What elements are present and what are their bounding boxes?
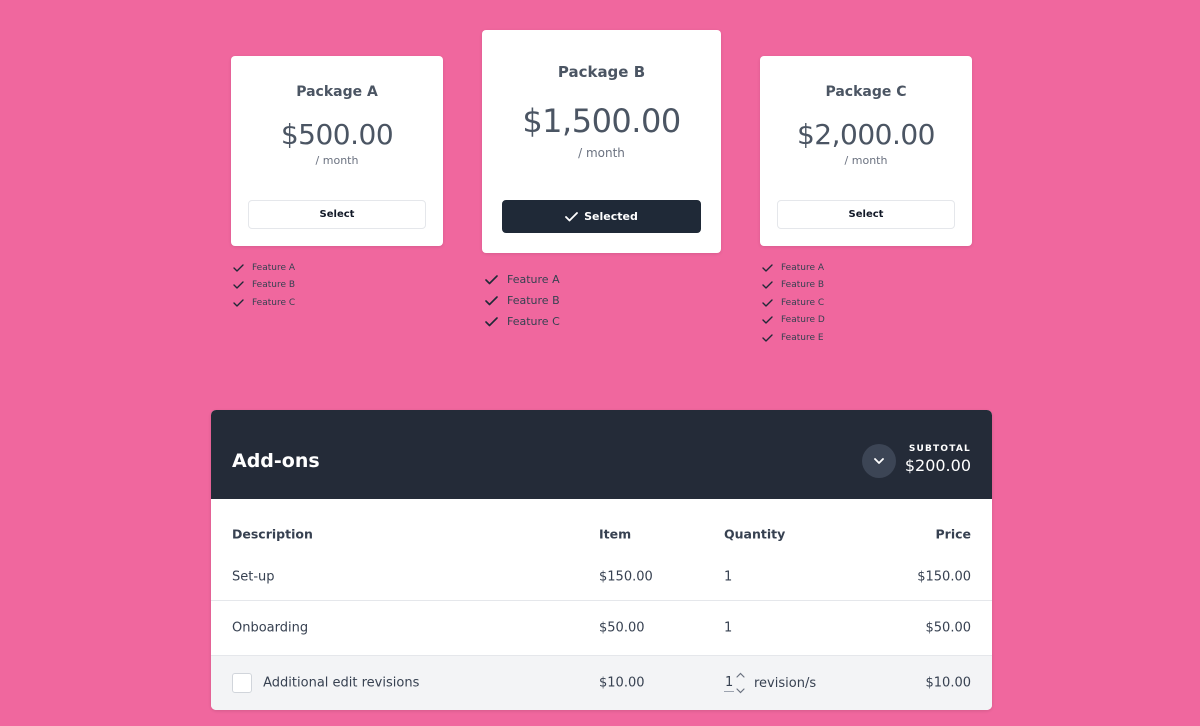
chevron-down-icon[interactable] xyxy=(735,688,745,694)
select-package-c-button[interactable]: Select xyxy=(777,200,955,229)
feature-item: Feature C xyxy=(485,311,560,332)
row-quantity: 1 xyxy=(724,569,733,584)
button-label: Select xyxy=(319,209,355,220)
subtotal-value: $200.00 xyxy=(904,456,971,475)
feature-item: Feature C xyxy=(233,294,295,312)
column-header-quantity: Quantity xyxy=(724,526,786,542)
row-description-cell: Additional edit revisions xyxy=(232,673,419,693)
package-c-feature-list: Feature A Feature B Feature C Feature D … xyxy=(762,259,825,347)
table-header-row: Description Item Quantity Price xyxy=(211,522,992,544)
feature-item: Feature D xyxy=(762,312,825,330)
row-item: $10.00 xyxy=(599,675,645,691)
feature-label: Feature B xyxy=(252,280,296,291)
addons-title: Add-ons xyxy=(232,450,320,472)
subtotal-label: SUBTOTAL xyxy=(908,444,971,454)
chevron-up-icon[interactable] xyxy=(735,672,745,678)
feature-label: Feature B xyxy=(507,294,560,307)
quantity-unit: revision/s xyxy=(754,675,817,691)
feature-label: Feature E xyxy=(781,332,824,343)
quantity-stepper[interactable]: 1 xyxy=(724,672,745,694)
feature-item: Feature C xyxy=(762,294,825,312)
check-icon xyxy=(485,295,498,305)
row-price: $150.00 xyxy=(917,569,971,584)
column-header-price: Price xyxy=(935,526,972,542)
package-price: $1,500.00 xyxy=(522,102,681,140)
feature-item: Feature E xyxy=(762,329,825,347)
check-icon xyxy=(762,264,773,272)
package-b-feature-list: Feature A Feature B Feature C xyxy=(485,269,560,332)
row-quantity: 1 xyxy=(724,620,733,636)
column-header-item: Item xyxy=(599,526,632,542)
check-icon xyxy=(485,316,498,326)
feature-item: Feature A xyxy=(762,259,825,277)
select-package-a-button[interactable]: Select xyxy=(248,200,426,229)
feature-label: Feature A xyxy=(781,262,825,273)
check-icon xyxy=(233,281,244,289)
check-icon xyxy=(485,274,498,284)
feature-label: Feature C xyxy=(781,297,825,308)
selected-package-b-button[interactable]: Selected xyxy=(502,200,701,233)
row-price: $10.00 xyxy=(925,675,972,691)
feature-label: Feature C xyxy=(252,297,296,308)
feature-label: Feature C xyxy=(507,315,560,328)
button-label: Select xyxy=(848,209,884,220)
row-item: $50.00 xyxy=(599,620,645,636)
button-label: Selected xyxy=(584,210,638,223)
table-row: Onboarding $50.00 1 $50.00 xyxy=(211,601,992,656)
package-card-a: Package A $500.00 / month Select xyxy=(231,56,443,246)
package-card-c: Package C $2,000.00 / month Select xyxy=(760,56,972,246)
package-price: $2,000.00 xyxy=(796,118,936,151)
feature-item: Feature A xyxy=(233,259,295,277)
package-name: Package A xyxy=(296,84,378,100)
check-icon xyxy=(762,299,773,307)
feature-label: Feature D xyxy=(781,315,825,326)
feature-item: Feature A xyxy=(485,269,560,290)
column-header-description: Description xyxy=(232,526,313,542)
check-icon xyxy=(233,264,244,272)
check-icon xyxy=(762,334,773,342)
package-period: / month xyxy=(844,154,888,167)
check-icon xyxy=(565,211,579,221)
addons-header: Add-ons SUBTOTAL $200.00 xyxy=(211,410,992,499)
table-row: Set-up $150.00 1 $150.00 xyxy=(211,553,992,601)
package-name: Package B xyxy=(557,63,646,81)
feature-item: Feature B xyxy=(762,277,825,295)
row-price: $50.00 xyxy=(925,620,972,636)
feature-label: Feature B xyxy=(781,280,825,291)
package-a-feature-list: Feature A Feature B Feature C xyxy=(233,259,295,312)
row-item: $150.00 xyxy=(599,569,653,584)
quantity-input[interactable]: 1 xyxy=(724,675,735,692)
addon-checkbox[interactable] xyxy=(232,673,252,693)
package-price: $500.00 xyxy=(280,118,394,151)
feature-label: Feature A xyxy=(252,262,296,273)
row-description: Onboarding xyxy=(232,620,309,636)
row-quantity-cell: 1 revision/s xyxy=(724,672,816,694)
feature-item: Feature B xyxy=(233,277,295,295)
feature-item: Feature B xyxy=(485,290,560,311)
check-icon xyxy=(233,299,244,307)
package-name: Package C xyxy=(825,84,907,100)
package-period: / month xyxy=(315,154,359,167)
check-icon xyxy=(762,281,773,289)
collapse-toggle-button[interactable] xyxy=(862,444,896,478)
feature-label: Feature A xyxy=(507,273,560,286)
package-card-b: Package B $1,500.00 / month Selected xyxy=(482,30,721,253)
chevron-down-icon xyxy=(874,457,884,464)
package-period: / month xyxy=(578,146,625,160)
table-row: Additional edit revisions $10.00 1 revis… xyxy=(211,656,992,710)
row-description: Additional edit revisions xyxy=(263,675,420,691)
addons-panel: Add-ons SUBTOTAL $200.00 Description Ite… xyxy=(211,410,992,710)
row-description: Set-up xyxy=(232,569,275,584)
check-icon xyxy=(762,316,773,324)
